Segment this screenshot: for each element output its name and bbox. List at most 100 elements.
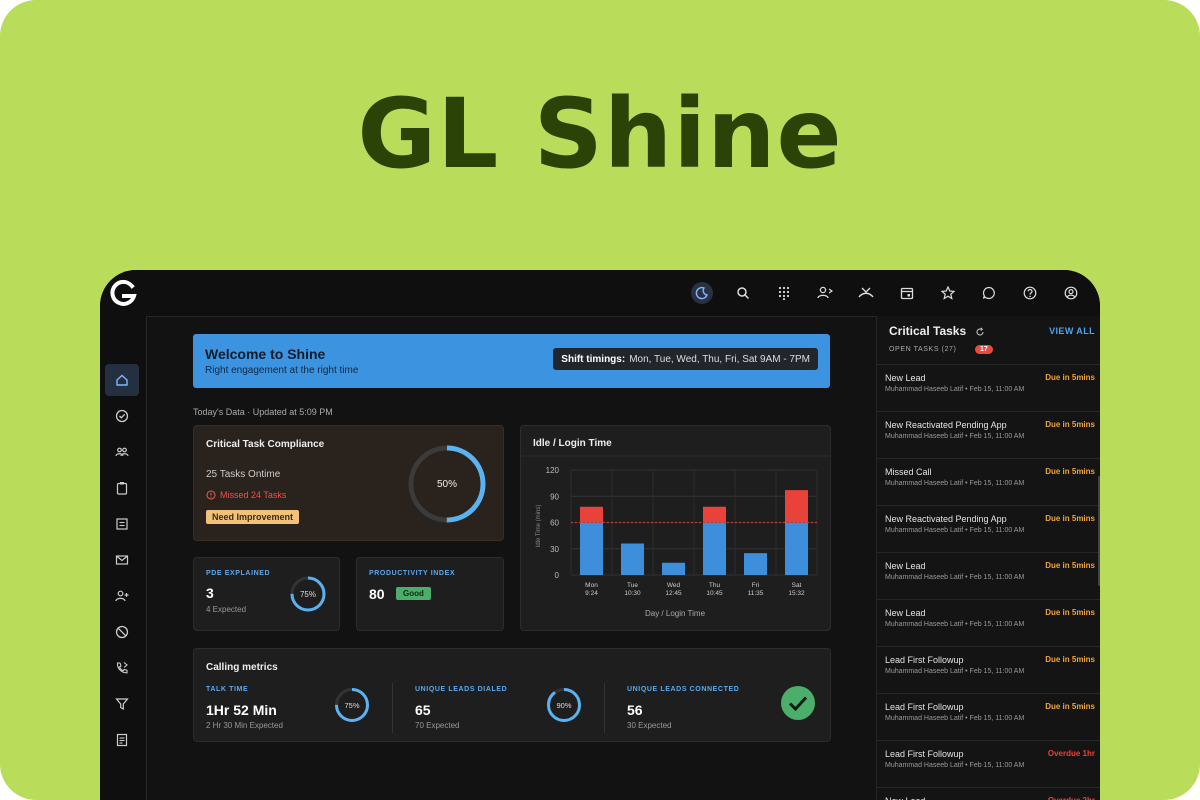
task-row[interactable]: New LeadMuhammad Haseeb Latif • Feb 15, … [877,364,1100,411]
chart-ylabel: Idle Time (mins) [536,505,542,548]
account-icon[interactable] [1060,282,1082,304]
pde-card[interactable]: PDE EXPLAINED 3 4 Expected 75% [193,557,340,631]
open-tasks-label: OPEN TASKS (27) [889,346,957,353]
task-row[interactable]: Lead First Followup Muhammad Haseeb Latif… [877,646,1100,693]
productivity-card[interactable]: PRODUCTIVITY INDEX 80 Good [356,557,504,631]
bar-overage [785,490,808,523]
bar-idle [662,562,685,575]
calling-metrics-card: Calling metrics TALK TIME 1Hr 52 Min 2 H… [193,648,831,742]
leads-dialed-percent: 90% [556,701,571,710]
chart-title: Idle / Login Time [533,438,612,449]
welcome-banner: Welcome to Shine Right engagement at the… [193,334,830,388]
dashboard-main: Welcome to Shine Right engagement at the… [146,316,876,800]
task-row[interactable]: Lead First Followup Muhammad Haseeb Latif… [877,693,1100,740]
x-tick-label: Sat [792,582,802,589]
x-tick-sublabel: 10:45 [706,590,723,597]
sidebar-item-blocked[interactable] [105,616,139,648]
task-owner: Muhammad Haseeb Latif • Feb 15, 11:00 AM [885,621,1025,628]
bar-overage [703,506,726,523]
task-name: New Lead [885,373,926,383]
compliance-percent: 50% [437,479,457,490]
ontime-text: 25 Tasks Ontime [206,469,281,480]
leads-connected-label: UNIQUE LEADS CONNECTED [627,686,740,693]
task-row[interactable]: Lead First Followup Muhammad Haseeb Latif… [877,740,1100,787]
leads-dialed-metric[interactable]: UNIQUE LEADS DIALED 65 70 Expected 90% [403,683,593,735]
shift-label: Shift timings: [561,353,626,365]
leads-dialed-expected: 70 Expected [415,721,460,730]
task-row[interactable]: New LeadMuhammad Haseeb Latif • Feb 15, … [877,599,1100,646]
compliance-donut: 50% [408,445,486,523]
dialpad-icon[interactable] [773,282,795,304]
bar-overage [580,506,603,523]
sidebar-item-notes[interactable] [105,724,139,756]
calendar-icon[interactable] [896,282,918,304]
missed-text: Missed 24 Tasks [220,490,287,500]
critical-tasks-panel: Critical Tasks VIEW ALL OPEN TASKS (27) … [876,316,1100,800]
data-updated-line: Today's Data · Updated at 5:09 PM [193,407,333,417]
task-row[interactable]: New LeadMuhammad Haseeb Latif • Feb 15, … [877,787,1100,800]
home-icon [116,374,128,386]
x-tick-sublabel: 9:24 [585,590,598,597]
user-switch-icon[interactable] [814,282,836,304]
idle-login-chart: Idle / Login Time 0306090120Mon9:24Tue10… [521,438,830,618]
sidebar-item-filter[interactable] [105,688,139,720]
user-add-icon [115,590,129,602]
sidebar-item-add-user[interactable] [105,580,139,612]
sidebar [100,316,147,800]
sidebar-item-clipboard[interactable] [105,472,139,504]
moon-icon[interactable] [691,282,713,304]
check-success-icon [781,686,815,720]
task-due: Overdue 2hr [1048,796,1095,800]
welcome-subtitle: Right engagement at the right time [205,365,359,376]
compliance-card[interactable]: Critical Task Compliance 25 Tasks Ontime… [193,425,504,541]
task-due: Overdue 1hr [1047,749,1095,758]
call-missed-icon[interactable] [855,282,877,304]
sidebar-item-reports[interactable] [105,508,139,540]
report-icon [116,518,128,530]
promo-card: GL Shine Welcome to Shine Right engageme… [0,0,1200,800]
critical-tasks-title-text: Critical Tasks [889,324,967,338]
sidebar-item-mail[interactable] [105,544,139,576]
app-window: Welcome to Shine Right engagement at the… [100,270,1100,800]
view-all-link[interactable]: VIEW ALL [1049,326,1095,336]
top-bar [100,270,1100,317]
y-tick-label: 90 [550,492,559,501]
search-icon[interactable] [732,282,754,304]
task-row[interactable]: Missed Call Muhammad Haseeb Latif • Feb 1… [877,458,1100,505]
productivity-label: PRODUCTIVITY INDEX [369,570,456,577]
task-due: Due in 5mins [1045,467,1095,476]
whatsapp-icon[interactable] [978,282,1000,304]
task-row[interactable]: New Reactivated Pending App Muhammad Hase… [877,411,1100,458]
sidebar-item-calls[interactable] [105,652,139,684]
sidebar-item-team[interactable] [105,436,139,468]
task-row[interactable]: New LeadMuhammad Haseeb Latif • Feb 15, … [877,552,1100,599]
task-name: New Reactivated Pending App [885,514,1007,524]
missed-row: Missed 24 Tasks [206,490,286,500]
help-icon[interactable] [1019,282,1041,304]
star-icon[interactable] [937,282,959,304]
notes-icon [116,733,128,747]
talk-time-value: 1Hr 52 Min [206,702,277,718]
task-row[interactable]: New Reactivated Pending App Muhammad Hase… [877,505,1100,552]
sidebar-item-home[interactable] [105,364,139,396]
x-tick-label: Fri [752,582,760,589]
task-name: New Lead [885,796,926,800]
refresh-icon[interactable] [975,327,985,337]
leads-dialed-label: UNIQUE LEADS DIALED [415,686,508,693]
shift-timings-chip: Shift timings: Mon, Tue, Wed, Thu, Fri, … [553,348,818,370]
sidebar-item-tasks[interactable] [105,400,139,432]
idle-login-card: Idle / Login Time 0 30 60 90 120 Mon 9:24 Tue 10… [520,425,831,631]
talk-time-metric[interactable]: TALK TIME 1Hr 52 Min 2 Hr 30 Min Expecte… [194,683,384,735]
y-tick-label: 60 [550,519,559,528]
scrollbar[interactable] [1098,476,1100,586]
phone-forward-icon [116,662,128,674]
leads-connected-expected: 30 Expected [627,721,672,730]
leads-connected-metric[interactable]: UNIQUE LEADS CONNECTED 56 30 Expected [615,683,815,735]
task-due: Due in 5mins [1045,420,1095,429]
need-improvement-badge: Need Improvement [206,510,300,524]
task-owner: Muhammad Haseeb Latif • Feb 15, 11:00 AM [885,762,1025,769]
leads-dialed-donut: 90% [547,688,581,722]
team-icon [115,447,129,457]
toolbar-icons [691,282,1082,304]
task-due: Due in 5mins [1045,561,1095,570]
